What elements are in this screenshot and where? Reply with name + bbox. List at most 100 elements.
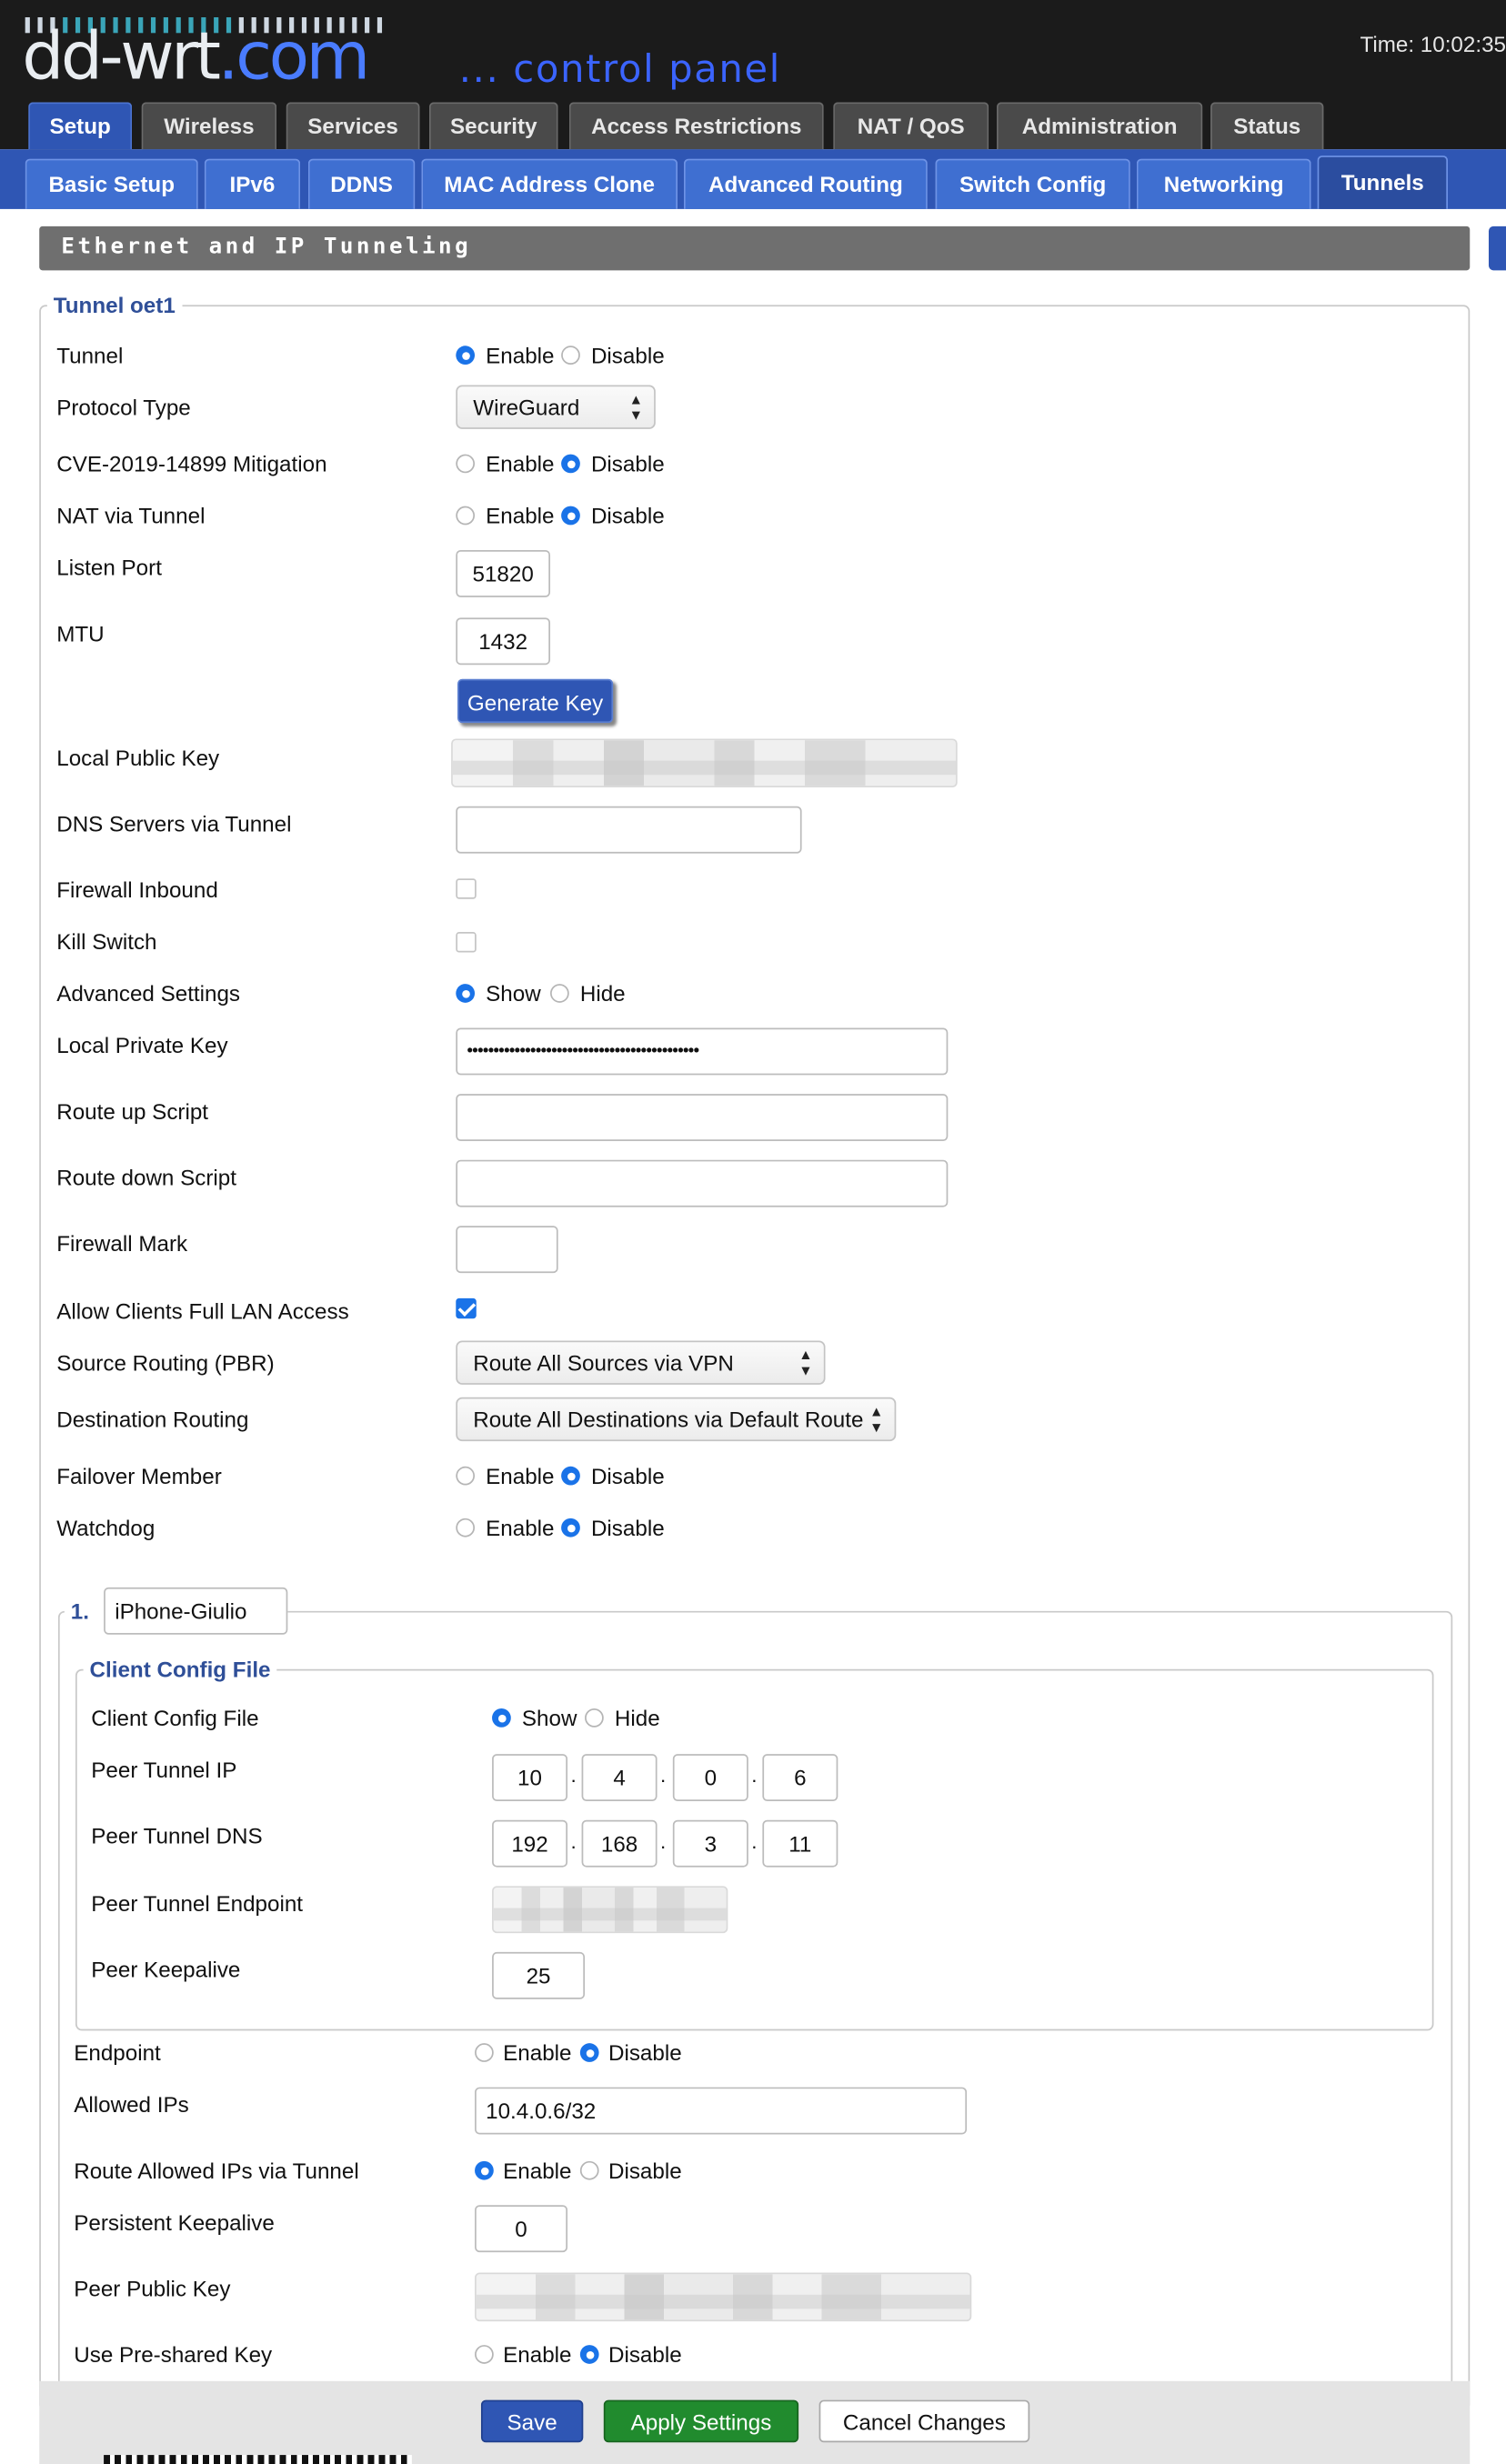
source-routing-select[interactable]: Route All Sources via VPN ▲ ▼: [456, 1340, 826, 1385]
subtab-basic-setup[interactable]: Basic Setup: [25, 158, 198, 209]
advanced-settings-label: Advanced Settings: [56, 980, 241, 1007]
subtab-switch-config[interactable]: Switch Config: [935, 158, 1130, 209]
tunnel-enable-radio[interactable]: [456, 346, 476, 366]
subtab-tunnels[interactable]: Tunnels: [1317, 155, 1449, 209]
endpoint-disable-radio[interactable]: [579, 2043, 599, 2062]
peer-keepalive-input[interactable]: 25: [492, 1951, 586, 1999]
endpoint-enable-text: Enable: [503, 2039, 572, 2066]
client-config-legend: Client Config File: [83, 1658, 277, 1680]
kill-switch-label: Kill Switch: [56, 928, 157, 955]
route-allowed-disable-text: Disable: [607, 2158, 682, 2184]
psk-enable-radio[interactable]: [475, 2345, 494, 2364]
mtu-input[interactable]: 1432: [456, 617, 551, 666]
allow-lan-access-checkbox[interactable]: [456, 1297, 477, 1319]
failover-member-label: Failover Member: [56, 1463, 222, 1488]
logo-text: dd-wrt: [22, 17, 221, 95]
peer-ip-octet-3[interactable]: 0: [672, 1754, 748, 1801]
tab-setup[interactable]: Setup: [28, 102, 133, 150]
destination-routing-select[interactable]: Route All Destinations via Default Route…: [456, 1397, 897, 1442]
peer-index: 1.: [70, 1598, 89, 1624]
nat-via-tunnel-label: NAT via Tunnel: [56, 503, 206, 528]
mtu-label: MTU: [56, 620, 105, 646]
persistent-keepalive-input[interactable]: 0: [475, 2205, 568, 2253]
advanced-hide-radio[interactable]: [550, 984, 569, 1003]
tunnel-disable-radio[interactable]: [561, 346, 580, 366]
watchdog-enable-radio[interactable]: [456, 1517, 476, 1537]
tab-status[interactable]: Status: [1210, 102, 1324, 150]
subtab-ipv6[interactable]: IPv6: [204, 158, 301, 209]
firewall-inbound-checkbox[interactable]: [456, 878, 477, 899]
cancel-changes-button[interactable]: Cancel Changes: [818, 2399, 1030, 2443]
allow-lan-access-label: Allow Clients Full LAN Access: [56, 1297, 349, 1324]
route-down-script-input[interactable]: [456, 1159, 949, 1207]
watchdog-enable-text: Enable: [486, 1515, 555, 1541]
route-allowed-enable-text: Enable: [503, 2158, 572, 2184]
endpoint-disable-text: Disable: [607, 2039, 682, 2066]
peer-ip-octet-2[interactable]: 4: [581, 1754, 658, 1801]
psk-enable-text: Enable: [503, 2341, 572, 2368]
cve-disable-radio[interactable]: [561, 454, 580, 474]
advanced-show-text: Show: [486, 980, 541, 1007]
firewall-mark-input[interactable]: [456, 1226, 558, 1274]
client-config-hide-radio[interactable]: [585, 1708, 604, 1728]
save-button[interactable]: Save: [480, 2399, 584, 2443]
tunnel-disable-text: Disable: [590, 342, 665, 368]
protocol-type-select[interactable]: WireGuard ▲ ▼: [456, 385, 656, 429]
nat-disable-radio[interactable]: [561, 506, 580, 526]
route-up-script-input[interactable]: [456, 1094, 949, 1141]
generate-key-button[interactable]: Generate Key: [457, 678, 614, 724]
subtab-advanced-routing[interactable]: Advanced Routing: [683, 158, 928, 209]
route-allowed-ips-label: Route Allowed IPs via Tunnel: [74, 2158, 359, 2184]
peer-dns-octet-3[interactable]: 3: [672, 1819, 748, 1868]
kill-switch-checkbox[interactable]: [456, 932, 477, 953]
source-routing-label: Source Routing (PBR): [56, 1349, 275, 1376]
failover-enable-radio[interactable]: [456, 1466, 476, 1486]
advanced-hide-text: Hide: [579, 980, 626, 1007]
cve-enable-radio[interactable]: [456, 454, 476, 474]
peer-name-input[interactable]: iPhone-Giulio: [104, 1587, 288, 1635]
peer-tunnel-dns-label: Peer Tunnel DNS: [91, 1823, 263, 1848]
tab-nat-qos[interactable]: NAT / QoS: [833, 102, 989, 150]
listen-port-input[interactable]: 51820: [456, 550, 551, 597]
peer-dns-octet-1[interactable]: 192: [492, 1819, 568, 1868]
nat-enable-text: Enable: [486, 503, 555, 528]
header: dd-wrt.com ... control panel Time: 10:02…: [0, 0, 1506, 150]
psk-disable-radio[interactable]: [579, 2345, 599, 2364]
psk-disable-text: Disable: [607, 2341, 682, 2368]
cve-disable-text: Disable: [590, 451, 665, 476]
listen-port-label: Listen Port: [56, 555, 162, 580]
peer-tunnel-ip-label: Peer Tunnel IP: [91, 1757, 237, 1783]
peer-dns-octet-4[interactable]: 11: [762, 1819, 838, 1868]
advanced-show-radio[interactable]: [456, 984, 476, 1003]
endpoint-enable-radio[interactable]: [475, 2043, 494, 2062]
client-config-show-radio[interactable]: [492, 1708, 511, 1728]
peer-dns-octet-2[interactable]: 168: [581, 1819, 658, 1868]
local-public-key-label: Local Public Key: [56, 745, 220, 771]
route-allowed-disable-radio[interactable]: [579, 2160, 599, 2180]
apply-settings-button[interactable]: Apply Settings: [603, 2399, 799, 2443]
firewall-mark-label: Firewall Mark: [56, 1230, 188, 1257]
allowed-ips-input[interactable]: 10.4.0.6/32: [475, 2087, 968, 2135]
subtab-networking[interactable]: Networking: [1136, 158, 1311, 209]
tab-security[interactable]: Security: [428, 102, 558, 150]
subtab-mac-address-clone[interactable]: MAC Address Clone: [421, 158, 678, 209]
peer-ip-octet-4[interactable]: 6: [762, 1754, 838, 1801]
route-allowed-enable-radio[interactable]: [475, 2160, 494, 2180]
tab-administration[interactable]: Administration: [996, 102, 1203, 150]
select-arrows-icon: ▲ ▼: [628, 391, 643, 423]
watchdog-disable-text: Disable: [590, 1515, 665, 1541]
nat-enable-radio[interactable]: [456, 506, 476, 526]
tab-access-restrictions[interactable]: Access Restrictions: [568, 102, 824, 150]
tab-services[interactable]: Services: [286, 102, 420, 150]
local-private-key-input[interactable]: ••••••••••••••••••••••••••••••••••••••••…: [456, 1027, 949, 1076]
persistent-keepalive-label: Persistent Keepalive: [74, 2209, 275, 2236]
dns-servers-input[interactable]: [456, 806, 802, 854]
peer-ip-octet-1[interactable]: 10: [492, 1754, 568, 1801]
tab-wireless[interactable]: Wireless: [141, 102, 277, 150]
logo: dd-wrt.com: [22, 23, 370, 90]
failover-disable-radio[interactable]: [561, 1466, 580, 1486]
router-time: Time: 10:02:35: [1360, 31, 1506, 57]
ip-dot: .: [570, 1763, 577, 1788]
watchdog-disable-radio[interactable]: [561, 1517, 580, 1537]
subtab-ddns[interactable]: DDNS: [307, 158, 416, 209]
